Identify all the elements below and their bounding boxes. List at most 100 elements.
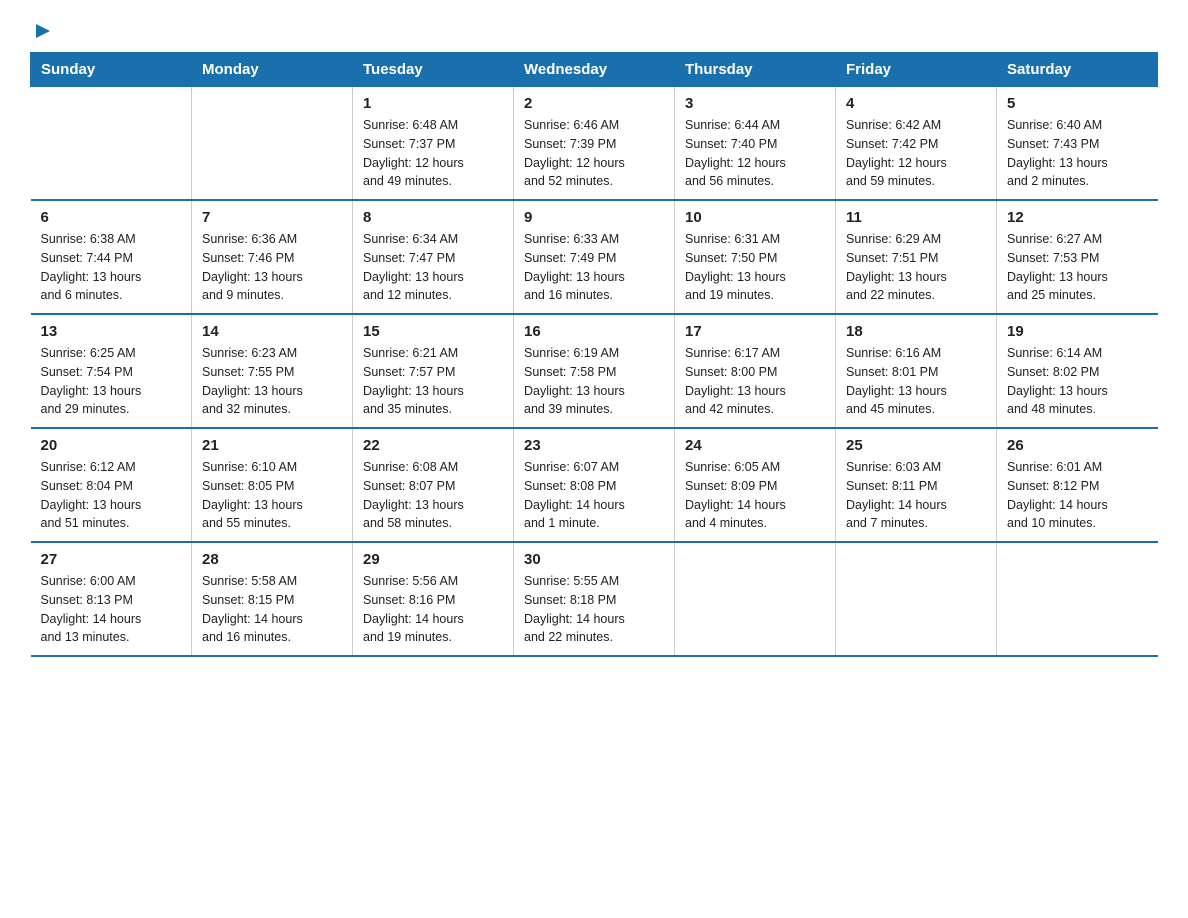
- day-info: Sunrise: 6:40 AM Sunset: 7:43 PM Dayligh…: [1007, 116, 1148, 191]
- day-info: Sunrise: 6:33 AM Sunset: 7:49 PM Dayligh…: [524, 230, 664, 305]
- calendar-cell: 19 Sunrise: 6:14 AM Sunset: 8:02 PM Dayli…: [997, 314, 1158, 428]
- day-number: 19: [1007, 323, 1148, 340]
- day-number: 9: [524, 209, 664, 226]
- day-info: Sunrise: 6:23 AM Sunset: 7:55 PM Dayligh…: [202, 344, 342, 419]
- day-number: 24: [685, 437, 825, 454]
- weekday-header-wednesday: Wednesday: [514, 53, 675, 87]
- day-number: 10: [685, 209, 825, 226]
- calendar-cell: 7Sunrise: 6:36 AM Sunset: 7:46 PM Daylig…: [192, 200, 353, 314]
- day-info: Sunrise: 5:56 AM Sunset: 8:16 PM Dayligh…: [363, 572, 503, 647]
- weekday-header-friday: Friday: [836, 53, 997, 87]
- day-info: Sunrise: 6:05 AM Sunset: 8:09 PM Dayligh…: [685, 458, 825, 533]
- calendar-cell: 12 Sunrise: 6:27 AM Sunset: 7:53 PM Dayli…: [997, 200, 1158, 314]
- calendar-cell: 27Sunrise: 6:00 AM Sunset: 8:13 PM Dayli…: [31, 542, 192, 656]
- calendar-cell: 5Sunrise: 6:40 AM Sunset: 7:43 PM Daylig…: [997, 87, 1158, 201]
- calendar-cell: 1 Sunrise: 6:48 AM Sunset: 7:37 PM Daylig…: [353, 87, 514, 201]
- day-number: 23: [524, 437, 664, 454]
- day-info: Sunrise: 6:46 AM Sunset: 7:39 PM Dayligh…: [524, 116, 664, 191]
- calendar-cell: 13 Sunrise: 6:25 AM Sunset: 7:54 PM Dayli…: [31, 314, 192, 428]
- day-number: 14: [202, 323, 342, 340]
- day-info: Sunrise: 6:01 AM Sunset: 8:12 PM Dayligh…: [1007, 458, 1148, 533]
- calendar-cell: 4Sunrise: 6:42 AM Sunset: 7:42 PM Daylig…: [836, 87, 997, 201]
- day-number: 11: [846, 209, 986, 226]
- calendar-cell: 11 Sunrise: 6:29 AM Sunset: 7:51 PM Dayli…: [836, 200, 997, 314]
- calendar-table: SundayMondayTuesdayWednesdayThursdayFrid…: [30, 52, 1158, 657]
- logo-triangle-icon: [32, 20, 54, 42]
- calendar-week-row: 27Sunrise: 6:00 AM Sunset: 8:13 PM Dayli…: [31, 542, 1158, 656]
- day-number: 29: [363, 551, 503, 568]
- day-info: Sunrise: 6:16 AM Sunset: 8:01 PM Dayligh…: [846, 344, 986, 419]
- day-info: Sunrise: 6:29 AM Sunset: 7:51 PM Dayligh…: [846, 230, 986, 305]
- day-number: 1: [363, 95, 503, 112]
- day-number: 2: [524, 95, 664, 112]
- logo: [30, 20, 54, 42]
- calendar-cell: [836, 542, 997, 656]
- day-info: Sunrise: 6:27 AM Sunset: 7:53 PM Dayligh…: [1007, 230, 1148, 305]
- calendar-cell: [675, 542, 836, 656]
- day-number: 22: [363, 437, 503, 454]
- calendar-cell: 9 Sunrise: 6:33 AM Sunset: 7:49 PM Daylig…: [514, 200, 675, 314]
- weekday-header-monday: Monday: [192, 53, 353, 87]
- day-info: Sunrise: 6:34 AM Sunset: 7:47 PM Dayligh…: [363, 230, 503, 305]
- calendar-week-row: 13 Sunrise: 6:25 AM Sunset: 7:54 PM Dayli…: [31, 314, 1158, 428]
- day-info: Sunrise: 6:38 AM Sunset: 7:44 PM Dayligh…: [41, 230, 182, 305]
- day-info: Sunrise: 6:14 AM Sunset: 8:02 PM Dayligh…: [1007, 344, 1148, 419]
- day-info: Sunrise: 5:58 AM Sunset: 8:15 PM Dayligh…: [202, 572, 342, 647]
- day-info: Sunrise: 6:07 AM Sunset: 8:08 PM Dayligh…: [524, 458, 664, 533]
- day-number: 20: [41, 437, 182, 454]
- day-number: 4: [846, 95, 986, 112]
- calendar-cell: 8 Sunrise: 6:34 AM Sunset: 7:47 PM Daylig…: [353, 200, 514, 314]
- calendar-cell: [192, 87, 353, 201]
- day-number: 18: [846, 323, 986, 340]
- calendar-week-row: 20 Sunrise: 6:12 AM Sunset: 8:04 PM Dayli…: [31, 428, 1158, 542]
- day-number: 16: [524, 323, 664, 340]
- page-header: [30, 20, 1158, 42]
- weekday-header-row: SundayMondayTuesdayWednesdayThursdayFrid…: [31, 53, 1158, 87]
- calendar-cell: 20 Sunrise: 6:12 AM Sunset: 8:04 PM Dayli…: [31, 428, 192, 542]
- day-number: 6: [41, 209, 182, 226]
- day-info: Sunrise: 6:12 AM Sunset: 8:04 PM Dayligh…: [41, 458, 182, 533]
- calendar-cell: 15 Sunrise: 6:21 AM Sunset: 7:57 PM Dayli…: [353, 314, 514, 428]
- day-number: 12: [1007, 209, 1148, 226]
- calendar-cell: [31, 87, 192, 201]
- calendar-cell: 16 Sunrise: 6:19 AM Sunset: 7:58 PM Dayli…: [514, 314, 675, 428]
- day-info: Sunrise: 6:19 AM Sunset: 7:58 PM Dayligh…: [524, 344, 664, 419]
- day-info: Sunrise: 6:17 AM Sunset: 8:00 PM Dayligh…: [685, 344, 825, 419]
- calendar-cell: 23 Sunrise: 6:07 AM Sunset: 8:08 PM Dayli…: [514, 428, 675, 542]
- calendar-cell: 18 Sunrise: 6:16 AM Sunset: 8:01 PM Dayli…: [836, 314, 997, 428]
- calendar-cell: 14 Sunrise: 6:23 AM Sunset: 7:55 PM Dayli…: [192, 314, 353, 428]
- day-number: 25: [846, 437, 986, 454]
- calendar-cell: 2 Sunrise: 6:46 AM Sunset: 7:39 PM Daylig…: [514, 87, 675, 201]
- day-number: 8: [363, 209, 503, 226]
- day-number: 26: [1007, 437, 1148, 454]
- day-info: Sunrise: 6:21 AM Sunset: 7:57 PM Dayligh…: [363, 344, 503, 419]
- day-number: 17: [685, 323, 825, 340]
- calendar-cell: 6 Sunrise: 6:38 AM Sunset: 7:44 PM Daylig…: [31, 200, 192, 314]
- calendar-cell: 3 Sunrise: 6:44 AM Sunset: 7:40 PM Daylig…: [675, 87, 836, 201]
- day-number: 15: [363, 323, 503, 340]
- day-info: Sunrise: 6:48 AM Sunset: 7:37 PM Dayligh…: [363, 116, 503, 191]
- calendar-cell: 25 Sunrise: 6:03 AM Sunset: 8:11 PM Dayli…: [836, 428, 997, 542]
- weekday-header-sunday: Sunday: [31, 53, 192, 87]
- weekday-header-tuesday: Tuesday: [353, 53, 514, 87]
- day-info: Sunrise: 6:10 AM Sunset: 8:05 PM Dayligh…: [202, 458, 342, 533]
- day-number: 28: [202, 551, 342, 568]
- day-info: Sunrise: 6:44 AM Sunset: 7:40 PM Dayligh…: [685, 116, 825, 191]
- day-info: Sunrise: 6:03 AM Sunset: 8:11 PM Dayligh…: [846, 458, 986, 533]
- calendar-cell: 26 Sunrise: 6:01 AM Sunset: 8:12 PM Dayli…: [997, 428, 1158, 542]
- day-info: Sunrise: 6:25 AM Sunset: 7:54 PM Dayligh…: [41, 344, 182, 419]
- day-info: Sunrise: 6:08 AM Sunset: 8:07 PM Dayligh…: [363, 458, 503, 533]
- calendar-week-row: 6 Sunrise: 6:38 AM Sunset: 7:44 PM Daylig…: [31, 200, 1158, 314]
- calendar-cell: 30Sunrise: 5:55 AM Sunset: 8:18 PM Dayli…: [514, 542, 675, 656]
- day-info: Sunrise: 5:55 AM Sunset: 8:18 PM Dayligh…: [524, 572, 664, 647]
- day-number: 13: [41, 323, 182, 340]
- day-number: 27: [41, 551, 182, 568]
- day-info: Sunrise: 6:36 AM Sunset: 7:46 PM Dayligh…: [202, 230, 342, 305]
- calendar-cell: 21Sunrise: 6:10 AM Sunset: 8:05 PM Dayli…: [192, 428, 353, 542]
- calendar-cell: 29 Sunrise: 5:56 AM Sunset: 8:16 PM Dayli…: [353, 542, 514, 656]
- calendar-cell: [997, 542, 1158, 656]
- calendar-cell: 22 Sunrise: 6:08 AM Sunset: 8:07 PM Dayli…: [353, 428, 514, 542]
- calendar-week-row: 1 Sunrise: 6:48 AM Sunset: 7:37 PM Daylig…: [31, 87, 1158, 201]
- calendar-cell: 10Sunrise: 6:31 AM Sunset: 7:50 PM Dayli…: [675, 200, 836, 314]
- day-number: 3: [685, 95, 825, 112]
